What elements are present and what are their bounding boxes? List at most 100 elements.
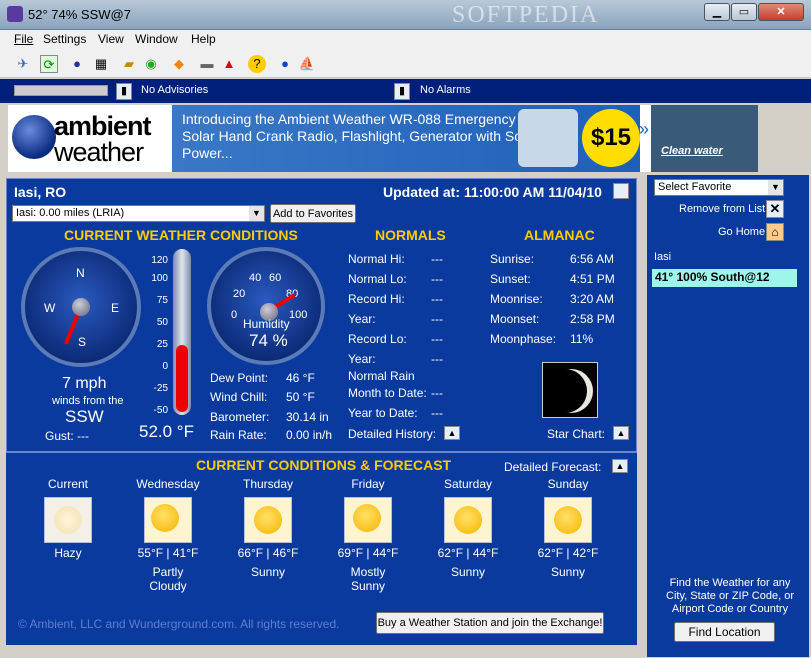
star-chart-button[interactable]: ▲ (613, 426, 629, 440)
forecast-day-name: Saturday (443, 477, 493, 491)
forecast-day-name: Friday (351, 477, 385, 491)
rain-month-value: --- (431, 386, 443, 400)
advisory-button[interactable]: ▮ (116, 83, 132, 100)
find-location-button[interactable]: Find Location (674, 622, 775, 642)
forecast-temps: 62°F | 42°F (537, 546, 599, 560)
ad-panel[interactable]: Introducing the Ambient Weather WR-088 E… (172, 105, 640, 172)
favorite-select[interactable]: Select Favorite ▼ (654, 179, 784, 196)
compass-n: N (76, 266, 85, 280)
humidity-tick: 20 (233, 288, 246, 300)
dewpoint-label: Dew Point: (210, 371, 269, 385)
forecast-day: Friday 69°F | 44°F Mostly Sunny (328, 477, 408, 593)
go-home-label: Go Home (718, 226, 766, 238)
forecast-condition: Sunny (450, 565, 486, 579)
humidity-gauge: 0 20 40 60 80 100 Humidity 74 % (207, 247, 325, 365)
map-icon[interactable]: ▰ (120, 55, 138, 73)
radio-image (518, 109, 578, 167)
radar-icon[interactable]: ◉ (142, 55, 160, 73)
normal-rain-label: Normal Rain (348, 369, 415, 383)
wind-compass: N E S W (21, 247, 141, 367)
sun-icon (544, 497, 592, 543)
dewpoint-value: 46 °F (286, 371, 315, 385)
alarm-button[interactable]: ▮ (394, 83, 410, 100)
home-button[interactable]: ⌂ (766, 223, 784, 241)
grid-icon[interactable]: ▦ (92, 55, 110, 73)
add-favorites-button[interactable]: Add to Favorites (270, 204, 356, 223)
forecast-day-name: Sunday (547, 477, 589, 491)
record-lo-value: --- (431, 332, 443, 346)
remove-button[interactable]: ✕ (766, 200, 784, 218)
rainrate-label: Rain Rate: (210, 428, 267, 442)
windchill-label: Wind Chill: (210, 390, 268, 404)
moonphase-label: Moonphase: (490, 332, 557, 346)
almanac-title: ALMANAC (524, 227, 595, 243)
find-weather-text: Find the Weather for any City, State or … (666, 577, 794, 615)
favorite-item[interactable]: 41° 100% South@12 (652, 269, 797, 287)
moon-icon (542, 362, 598, 418)
ad-banner[interactable]: ambient weather Introducing the Ambient … (8, 105, 758, 172)
detailed-forecast-button[interactable]: ▲ (612, 459, 628, 473)
sunset-label: Sunset: (490, 272, 531, 286)
us-map-icon[interactable]: ▬ (198, 55, 216, 73)
minimize-button[interactable]: ▁ (704, 3, 730, 21)
help-icon[interactable]: ? (248, 55, 266, 73)
globe-icon[interactable]: ● (68, 55, 86, 73)
compass-w: W (44, 301, 56, 315)
favorite-select-value: Select Favorite (658, 181, 732, 193)
thermo-tick: -25 (153, 383, 168, 394)
earth-icon[interactable]: ● (276, 55, 294, 73)
chevron-down-icon[interactable]: ▼ (768, 180, 783, 195)
temperature-value: 52.0 °F (139, 422, 194, 441)
maximize-button[interactable]: ▭ (731, 3, 757, 21)
record-hi-value: --- (431, 292, 443, 306)
detailed-history-button[interactable]: ▲ (444, 426, 460, 440)
thermo-tick: 0 (162, 361, 168, 372)
compass-hub (72, 298, 90, 316)
menu-help[interactable]: Help (191, 32, 216, 46)
detailed-history-label: Detailed History: (348, 427, 437, 441)
ambient-logo-icon (12, 115, 56, 159)
warning-icon[interactable]: ◆ (170, 55, 188, 73)
advisories-text: No Advisories (141, 84, 209, 96)
moonrise-label: Moonrise: (490, 292, 543, 306)
thermo-tick: 100 (151, 273, 168, 284)
normal-hi-value: --- (431, 252, 443, 266)
sunset-value: 4:51 PM (570, 272, 615, 286)
updated-text: Updated at: 11:00:00 AM 11/04/10 (383, 184, 602, 200)
moonphase-value: 11% (570, 332, 594, 346)
menu-bar: File Settings View Window Help (0, 30, 811, 50)
alarm-icon[interactable]: ▲ (220, 55, 238, 73)
close-button[interactable]: ✕ (758, 3, 804, 21)
rain-year-value: --- (431, 406, 443, 420)
ad-side-panel[interactable]: Clean water (651, 105, 758, 172)
record-hi-year-label: Year: (348, 312, 376, 326)
chevron-down-icon[interactable]: ▼ (249, 206, 264, 221)
station-icon[interactable]: ✈ (14, 55, 32, 73)
normal-lo-value: --- (431, 272, 443, 286)
refresh-button[interactable] (613, 183, 629, 199)
menu-window[interactable]: Window (135, 32, 178, 46)
footer-strip: © Ambient, LLC and Wunderground.com. All… (6, 607, 637, 645)
ad-arrow[interactable]: » (639, 119, 649, 140)
star-chart-label: Star Chart: (547, 427, 606, 441)
menu-settings[interactable]: Settings (43, 32, 86, 46)
logo-line2: weather (54, 137, 144, 167)
station-select[interactable]: Iasi: 0.00 miles (LRIA) ▼ (12, 205, 265, 222)
ship-icon[interactable]: ⛵ (298, 55, 316, 73)
forecast-day: Saturday 62°F | 44°F Sunny (428, 477, 508, 579)
title-bar: 52° 74% SSW@7 SOFTPEDIA ▁ ▭ ✕ (0, 0, 811, 30)
thermometer-ticks: 120 100 75 50 25 0 -25 -50 (142, 255, 168, 416)
record-lo-year-label: Year: (348, 352, 376, 366)
humidity-label: Humidity (243, 317, 290, 331)
moonset-label: Moonset: (490, 312, 540, 326)
advisory-bar: ▮ No Advisories ▮ No Alarms (0, 79, 811, 103)
humidity-tick: 40 (249, 272, 262, 284)
menu-file[interactable]: File (14, 32, 33, 46)
wind-speed: 7 mph (62, 375, 107, 392)
refresh-icon[interactable]: ⟳ (40, 55, 58, 73)
menu-view[interactable]: View (98, 32, 124, 46)
forecast-day: Thursday 66°F | 46°F Sunny (228, 477, 308, 579)
buy-station-button[interactable]: Buy a Weather Station and join the Excha… (376, 612, 604, 634)
barometer-label: Barometer: (210, 410, 270, 424)
wind-direction: SSW (65, 407, 104, 426)
